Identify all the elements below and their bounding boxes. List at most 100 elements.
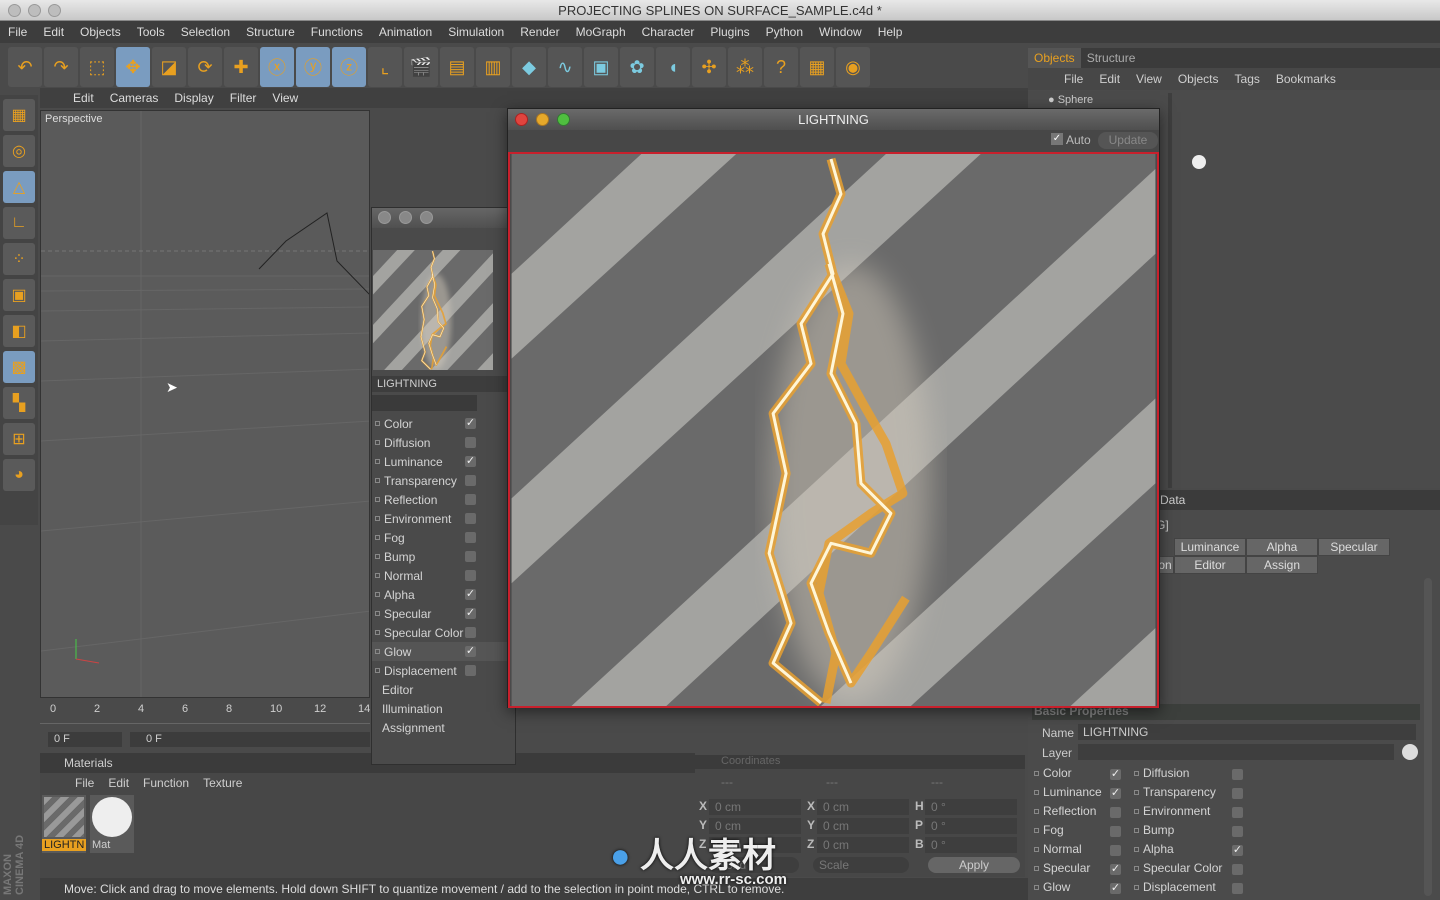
polygons-mode-icon[interactable]: ◧: [3, 315, 35, 347]
sculpt-icon[interactable]: ◎: [3, 135, 35, 167]
channel-checkbox[interactable]: [465, 627, 476, 638]
channel-link-icon[interactable]: [1034, 884, 1039, 890]
channel-checkbox[interactable]: ✓: [1110, 769, 1121, 780]
update-button[interactable]: Update: [1098, 132, 1158, 149]
channel-link-icon[interactable]: [1034, 827, 1039, 833]
model-mode-icon[interactable]: △: [3, 171, 35, 203]
menu-python[interactable]: Python: [758, 25, 811, 39]
channel-luminance[interactable]: Luminance ✓: [372, 452, 515, 471]
workplane-icon[interactable]: ⊞: [3, 423, 35, 455]
minimize-button[interactable]: [28, 4, 41, 17]
menu-structure[interactable]: Structure: [238, 25, 303, 39]
current-frame-field[interactable]: 0 F: [48, 732, 122, 747]
menu-simulation[interactable]: Simulation: [440, 25, 512, 39]
layer-picker-icon[interactable]: [1402, 744, 1418, 760]
channel-alpha[interactable]: Alpha ✓: [372, 585, 515, 604]
render-view-icon[interactable]: 🎬: [404, 47, 438, 87]
y-axis-icon[interactable]: ⓨ: [296, 47, 330, 87]
tab-structure[interactable]: Structure: [1081, 48, 1142, 68]
menu-functions[interactable]: Functions: [303, 25, 371, 39]
channel-checkbox[interactable]: ✓: [465, 646, 476, 657]
channel-link-icon[interactable]: [1134, 808, 1139, 814]
channel-checkbox[interactable]: [465, 570, 476, 581]
channel-checkbox[interactable]: [465, 513, 476, 524]
channel-link-icon[interactable]: [1134, 770, 1139, 776]
channel-fog[interactable]: Fog: [372, 528, 515, 547]
close-button[interactable]: [378, 211, 391, 224]
layout-icon[interactable]: ▦: [3, 99, 35, 131]
auto-checkbox[interactable]: ✓: [1051, 133, 1063, 145]
channel-diffusion[interactable]: Diffusion: [372, 433, 515, 452]
move-icon[interactable]: ✥: [116, 47, 150, 87]
channel-checkbox[interactable]: [1232, 883, 1243, 894]
channel-checkbox[interactable]: [1110, 826, 1121, 837]
channel-specular-color[interactable]: Specular Color: [372, 623, 515, 642]
channel-link-icon[interactable]: [1034, 789, 1039, 795]
channel-checkbox[interactable]: [1232, 826, 1243, 837]
channel-illumination[interactable]: Illumination: [372, 699, 515, 718]
channel-checkbox[interactable]: ✓: [1232, 845, 1243, 856]
start-frame-field[interactable]: 0 F: [130, 732, 370, 747]
objects-menu-view[interactable]: View: [1128, 72, 1170, 86]
spline-pen-icon[interactable]: ∿: [548, 47, 582, 87]
nurbs-icon[interactable]: ▣: [584, 47, 618, 87]
material-preview-render[interactable]: [508, 152, 1159, 708]
viewport-menu-display[interactable]: Display: [166, 91, 221, 105]
menu-mograph[interactable]: MoGraph: [568, 25, 634, 39]
channel-checkbox[interactable]: [465, 475, 476, 486]
tab-assign[interactable]: Assign: [1246, 556, 1318, 574]
zoom-button[interactable]: [420, 211, 433, 224]
timeline[interactable]: 0 2 4 6 8 10 12 14 0 F 0 F: [40, 700, 370, 752]
help-icon[interactable]: ?: [764, 47, 798, 87]
objects-menu-objects[interactable]: Objects: [1170, 72, 1227, 86]
move-tool-icon[interactable]: ✚: [224, 47, 258, 87]
uv-mode-icon[interactable]: ▩: [3, 351, 35, 383]
viewport-menu-cameras[interactable]: Cameras: [102, 91, 167, 105]
tab-specular[interactable]: Specular: [1318, 538, 1390, 556]
material-swatch[interactable]: LIGHTN: [42, 795, 86, 853]
objects-menu-bookmarks[interactable]: Bookmarks: [1268, 72, 1344, 86]
zoom-button[interactable]: [557, 113, 570, 126]
channel-environment[interactable]: Environment: [372, 509, 515, 528]
material-name-field[interactable]: [372, 395, 477, 411]
channel-checkbox[interactable]: ✓: [1110, 883, 1121, 894]
material-preview-thumbnail[interactable]: [373, 250, 493, 370]
channel-checkbox[interactable]: [465, 494, 476, 505]
viewport-menu-filter[interactable]: Filter: [222, 91, 265, 105]
menu-selection[interactable]: Selection: [173, 25, 238, 39]
channel-transparency[interactable]: Transparency: [372, 471, 515, 490]
render-picture-viewer-icon[interactable]: ▤: [440, 47, 474, 87]
coordinate-field[interactable]: 0 cm: [709, 799, 801, 815]
coordinate-field[interactable]: 0 °: [925, 818, 1017, 834]
material-tag-icon[interactable]: [1192, 155, 1206, 169]
channel-checkbox[interactable]: [465, 665, 476, 676]
menu-edit[interactable]: Edit: [35, 25, 72, 39]
channel-checkbox[interactable]: [1232, 807, 1243, 818]
viewport-menu-edit[interactable]: Edit: [65, 91, 102, 105]
channel-link-icon[interactable]: [1134, 846, 1139, 852]
menu-character[interactable]: Character: [634, 25, 703, 39]
channel-checkbox[interactable]: [1110, 845, 1121, 856]
name-field[interactable]: LIGHTNING: [1078, 724, 1416, 740]
menu-help[interactable]: Help: [870, 25, 911, 39]
close-button[interactable]: [515, 113, 528, 126]
channel-checkbox[interactable]: [465, 437, 476, 448]
z-axis-icon[interactable]: ⓩ: [332, 47, 366, 87]
menu-file[interactable]: File: [0, 25, 35, 39]
channel-checkbox[interactable]: ✓: [1110, 864, 1121, 875]
menu-animation[interactable]: Animation: [371, 25, 440, 39]
channel-reflection[interactable]: Reflection: [372, 490, 515, 509]
channel-displacement[interactable]: Displacement: [372, 661, 515, 680]
particle-icon[interactable]: ⁂: [728, 47, 762, 87]
texture-mode-icon[interactable]: ▚: [3, 387, 35, 419]
materials-menu-edit[interactable]: Edit: [101, 776, 136, 790]
channel-checkbox[interactable]: ✓: [465, 589, 476, 600]
redo-icon[interactable]: ↷: [44, 47, 78, 87]
object-axis-icon[interactable]: ∟: [3, 207, 35, 239]
channel-link-icon[interactable]: [1034, 865, 1039, 871]
menu-objects[interactable]: Objects: [72, 25, 129, 39]
channel-link-icon[interactable]: [1134, 865, 1139, 871]
scene-icon[interactable]: ✣: [692, 47, 726, 87]
tab-objects[interactable]: Objects: [1028, 48, 1081, 68]
x-axis-icon[interactable]: ⓧ: [260, 47, 294, 87]
